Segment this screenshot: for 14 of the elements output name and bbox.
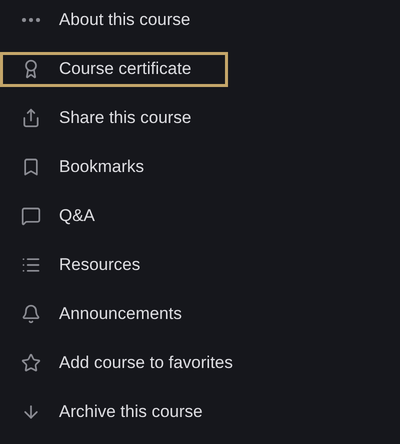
menu-item[interactable]: Bookmarks	[0, 150, 228, 184]
menu-item[interactable]: Q&A	[0, 199, 228, 234]
menu-item[interactable]: About this course	[0, 3, 228, 38]
menu-item[interactable]: Archive this course	[0, 395, 228, 430]
star-icon	[21, 353, 41, 374]
speech-bubble-icon	[21, 206, 41, 226]
menu-item[interactable]: Announcements	[0, 297, 228, 332]
share-icon	[21, 108, 41, 128]
menu-item[interactable]: Course certificate	[0, 52, 228, 86]
menu-item[interactable]: Add course to favorites	[0, 346, 246, 380]
bell-icon	[21, 304, 41, 324]
more-icon	[22, 18, 40, 22]
menu-item[interactable]: Share this course	[0, 101, 228, 136]
menu-item[interactable]: Resources	[0, 248, 228, 282]
